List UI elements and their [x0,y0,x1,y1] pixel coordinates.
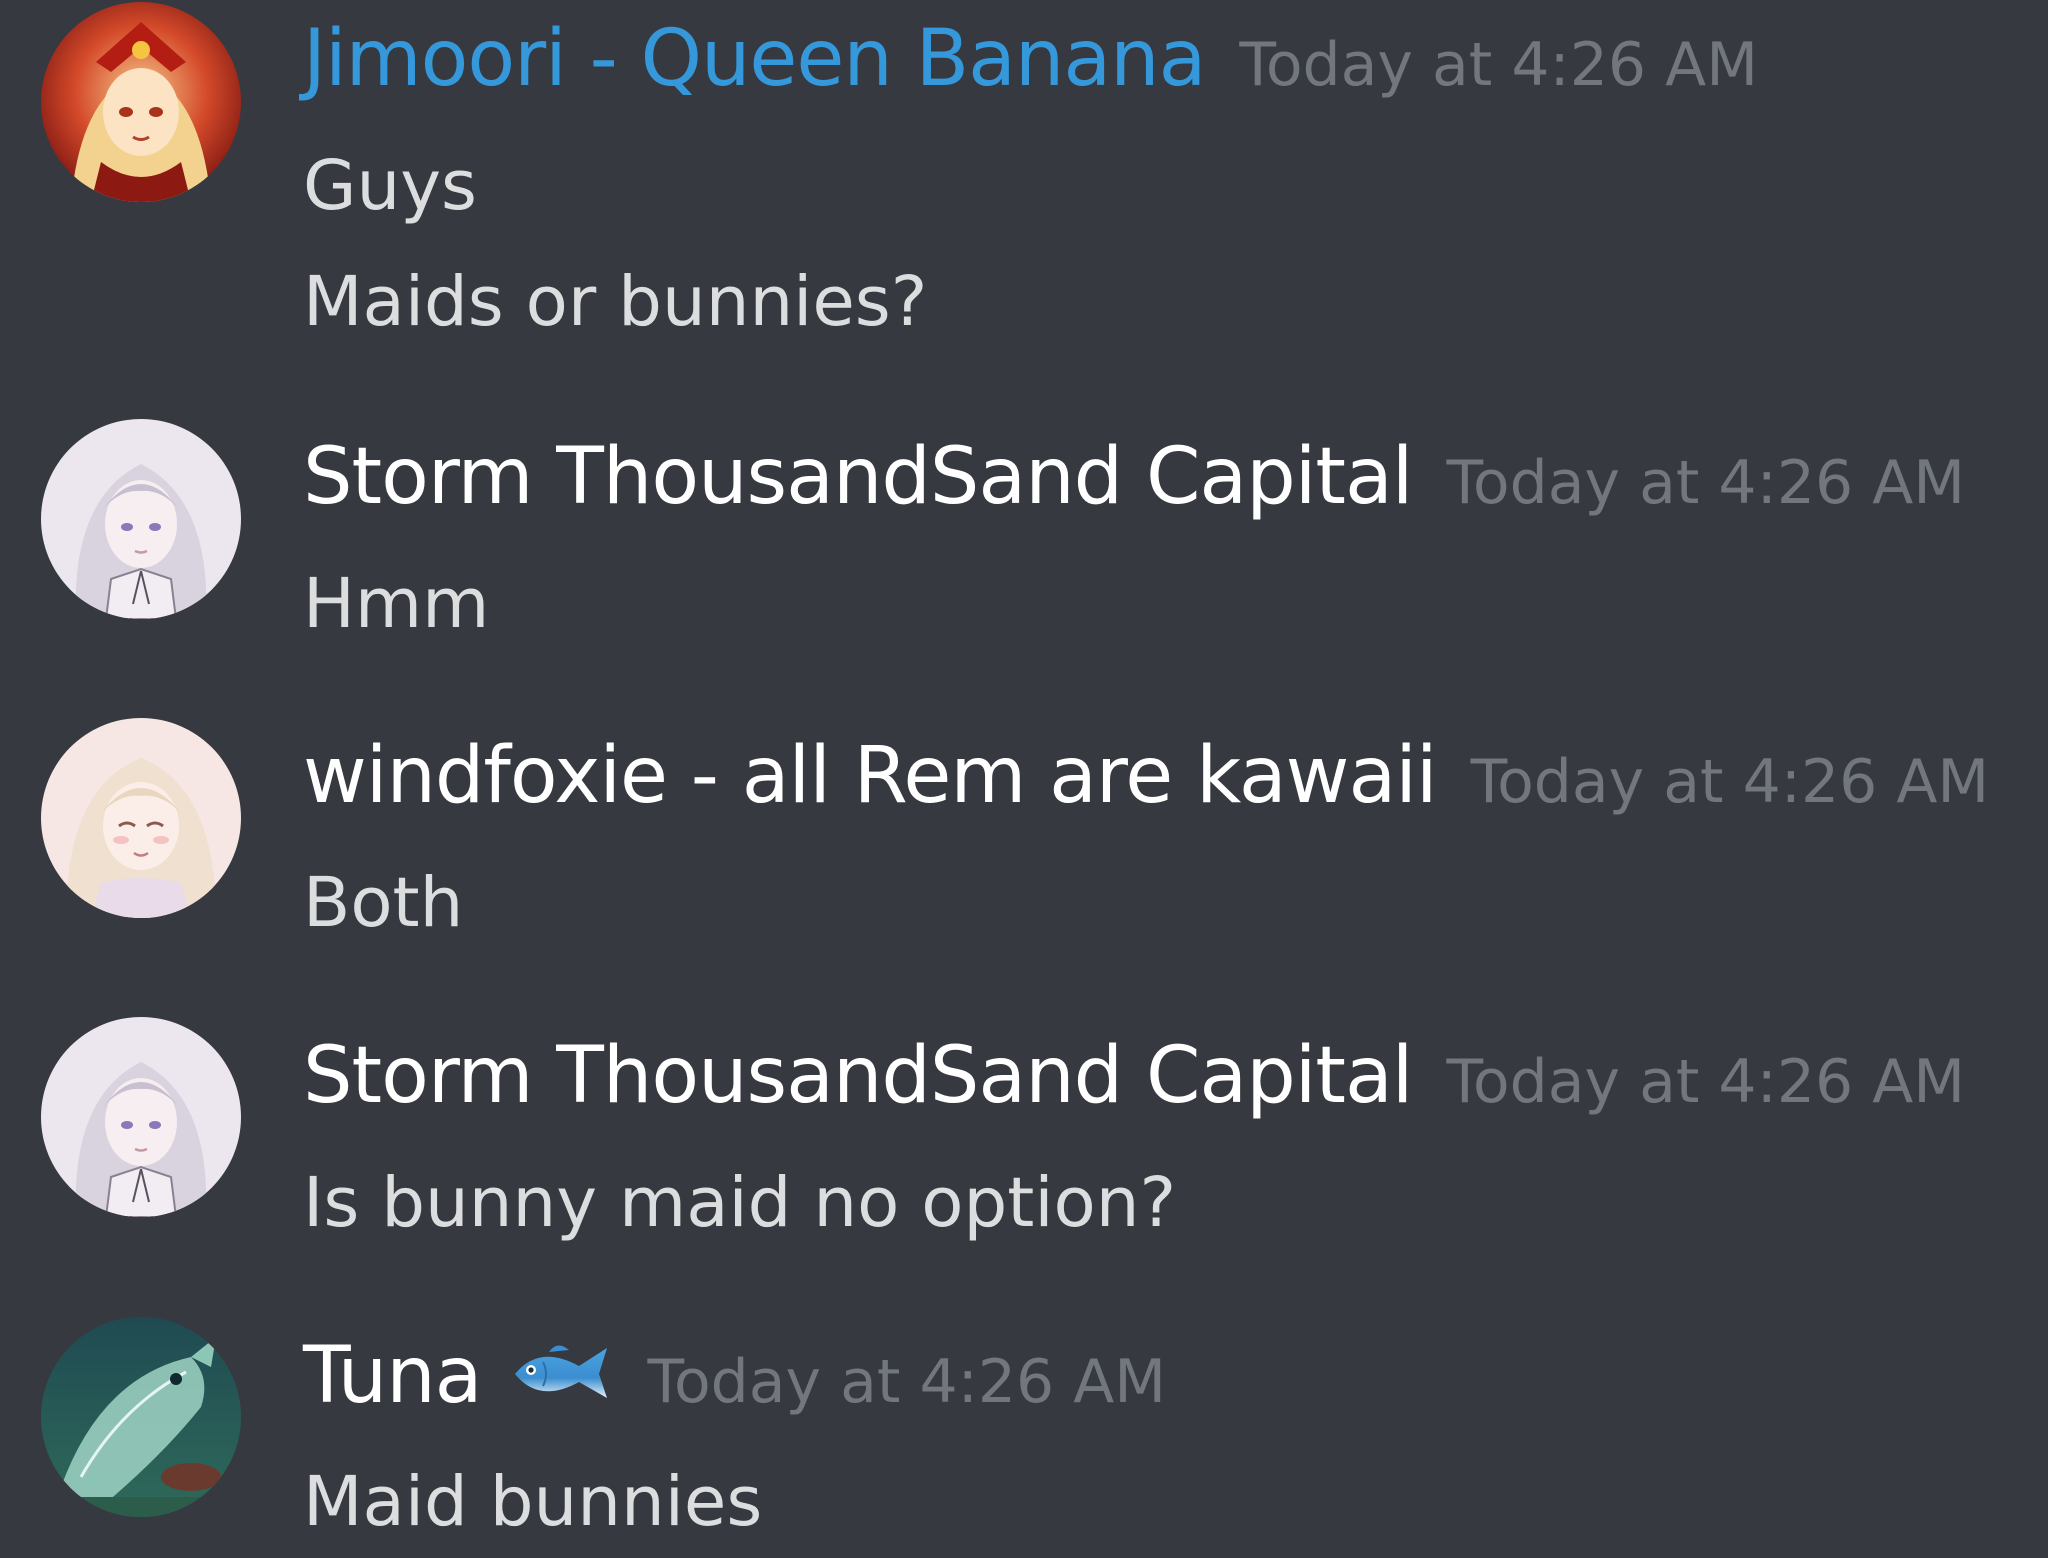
timestamp: Today at 4:26 AM [647,1347,1167,1417]
message-header: Jimoori - Queen Banana Today at 4:26 AM [303,14,1758,104]
username[interactable]: Storm ThousandSand Capital [303,1031,1413,1121]
timestamp: Today at 4:26 AM [1446,448,1966,518]
message-text: Maid bunnies [303,1462,763,1542]
chat-messages: Jimoori - Queen Banana Today at 4:26 AM … [0,0,2048,1558]
message-text: Maids or bunnies? [303,262,928,342]
avatar-teal-fish[interactable] [41,1317,241,1517]
avatar-white-haired-girl[interactable] [41,419,241,619]
timestamp: Today at 4:26 AM [1446,1047,1966,1117]
fish-emoji-icon [509,1336,613,1408]
message-header: Storm ThousandSand Capital Today at 4:26… [303,432,1965,522]
avatar-white-haired-girl[interactable] [41,1017,241,1217]
username[interactable]: Storm ThousandSand Capital [303,432,1413,522]
message-text: Is bunny maid no option? [303,1163,1177,1243]
message-header: Storm ThousandSand Capital Today at 4:26… [303,1031,1965,1121]
username[interactable]: Jimoori - Queen Banana [303,14,1206,104]
avatar-red-crowned-girl[interactable] [41,2,241,202]
avatar-blonde-smiling-girl[interactable] [41,718,241,918]
username[interactable]: windfoxie - all Rem are kawaii [303,731,1438,821]
username[interactable]: Tuna [303,1331,482,1421]
message-text: Guys [303,146,477,226]
message-header: Tuna Today at 4:26 AM [303,1330,1166,1421]
message-header: windfoxie - all Rem are kawaii Today at … [303,731,1989,821]
message-text: Hmm [303,564,490,644]
timestamp: Today at 4:26 AM [1470,747,1990,817]
message-text: Both [303,863,464,943]
timestamp: Today at 4:26 AM [1239,30,1758,100]
